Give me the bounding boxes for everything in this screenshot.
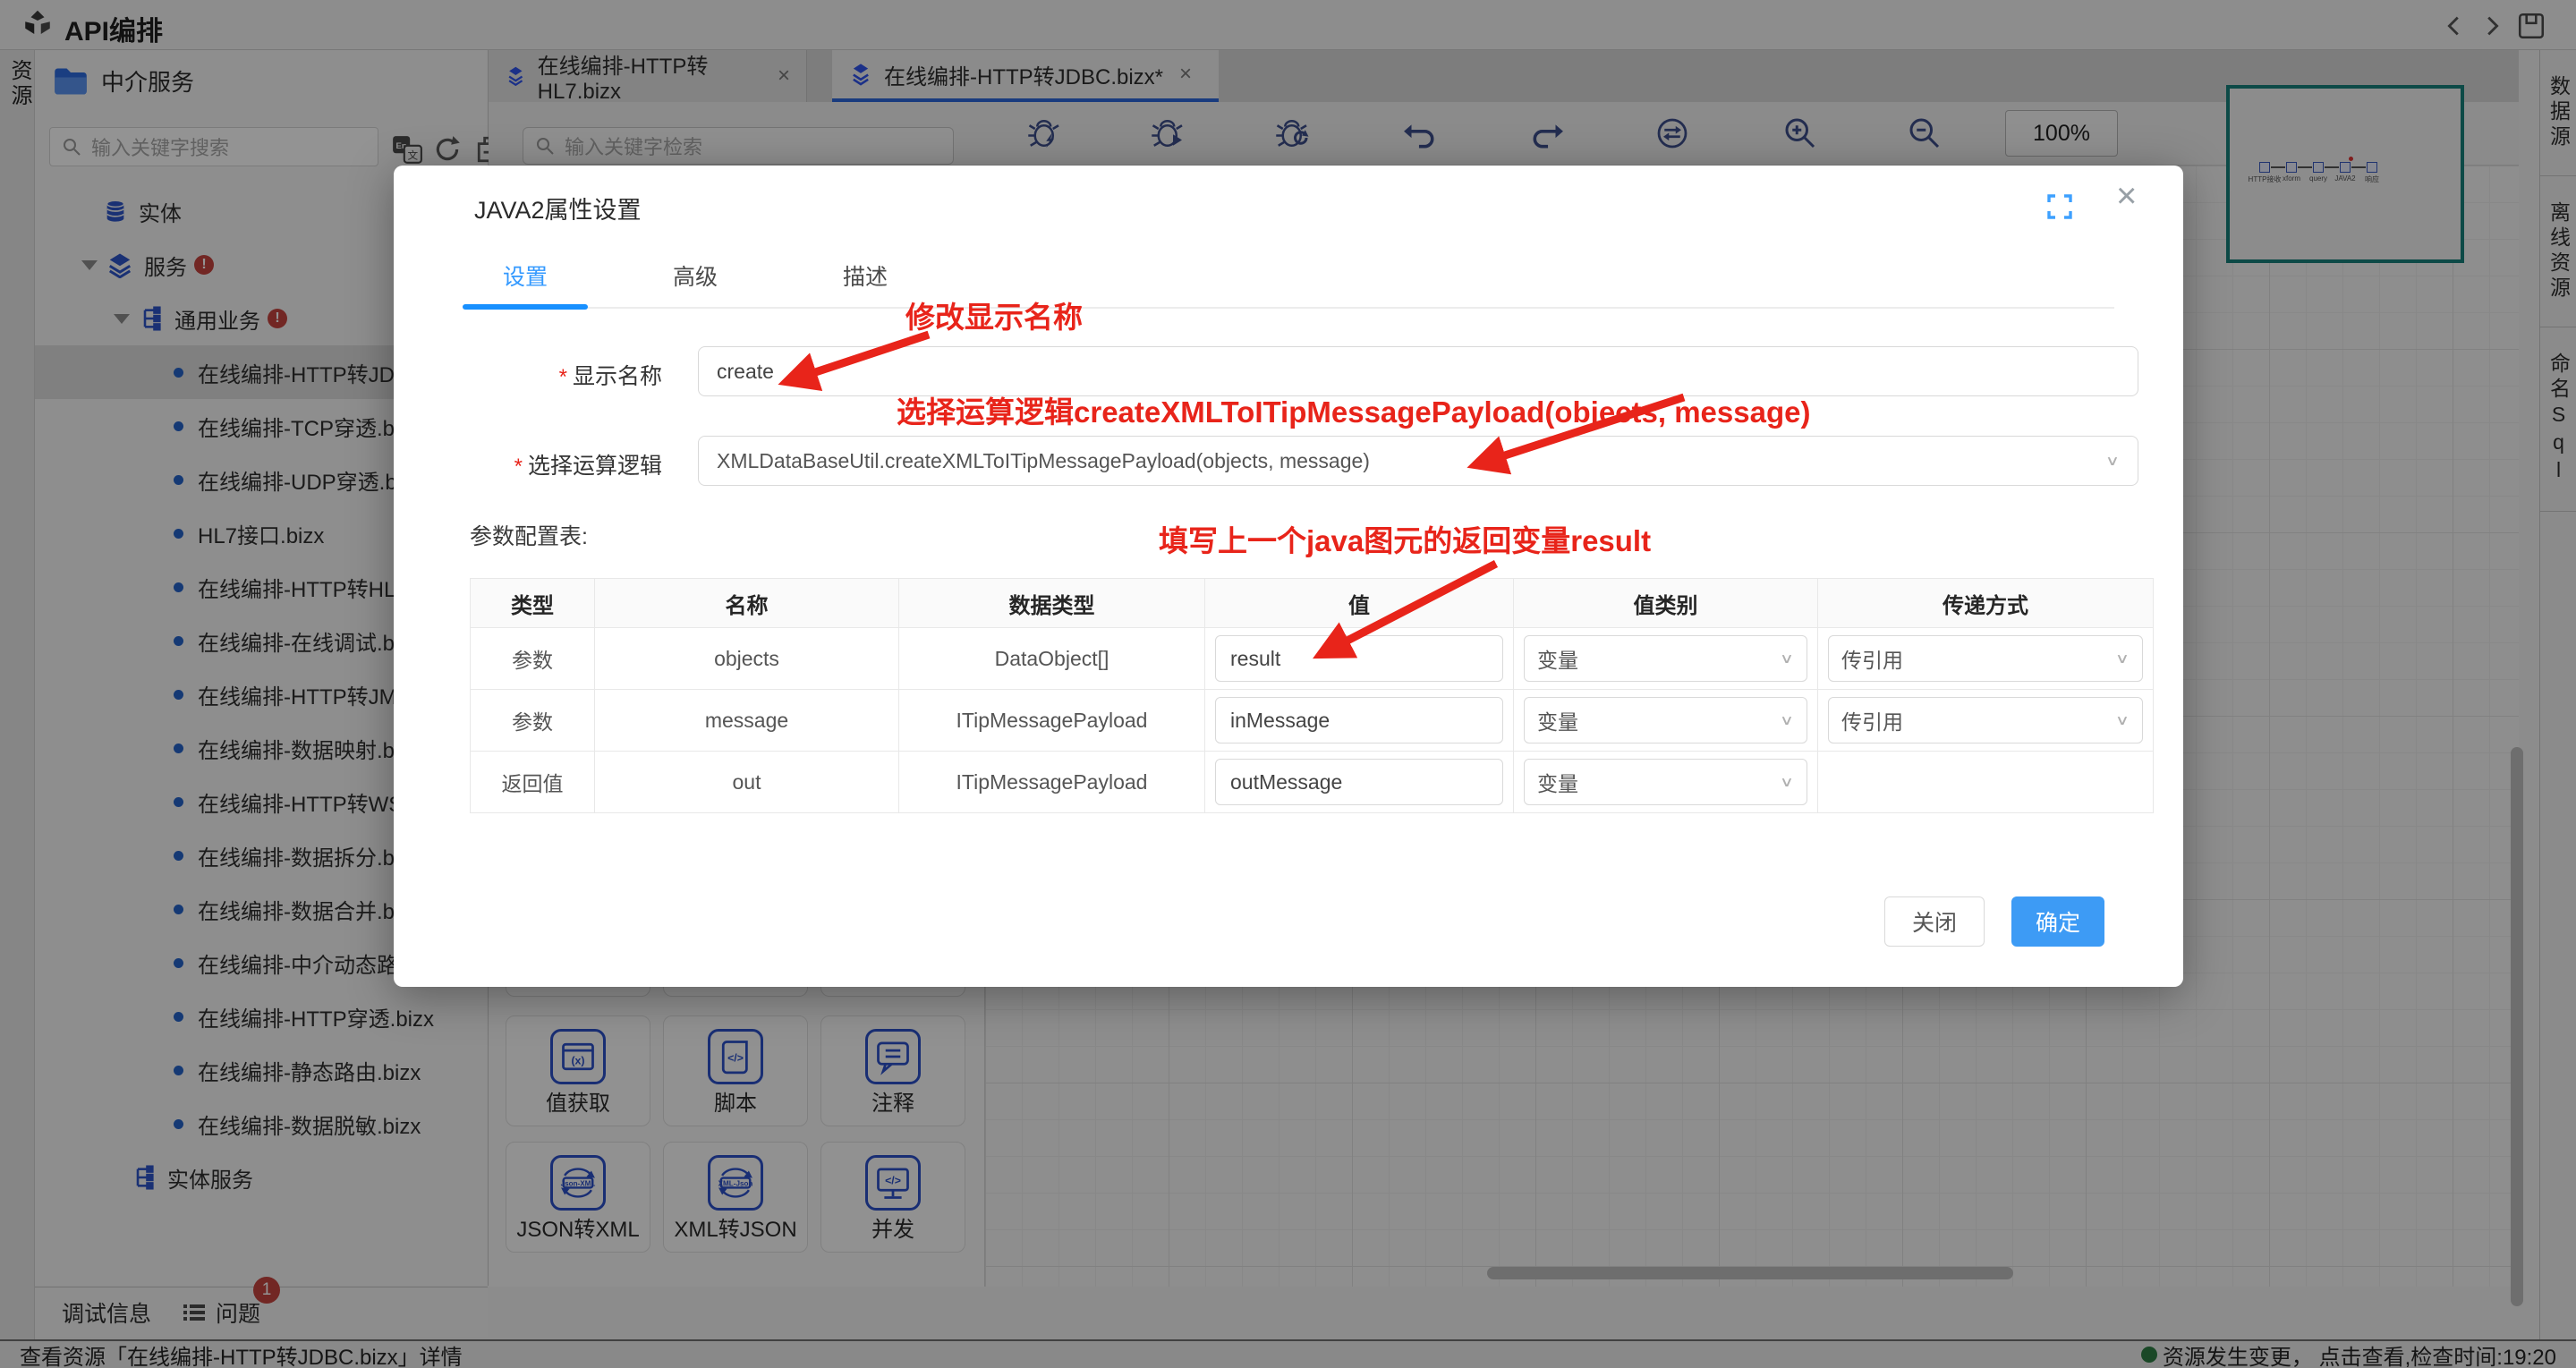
dialog-tab-advanced[interactable]: 高级: [633, 259, 758, 292]
param-value-cell: [1205, 628, 1514, 690]
pass-mode-select[interactable]: 传引用∨: [1828, 635, 2143, 682]
display-name-label: *显示名称: [447, 359, 662, 391]
app-root: { "app": {"title": "API编排"}, "left_strip…: [0, 0, 2576, 1368]
param-table-header: 值类别: [1514, 579, 1818, 628]
param-table-row: 返回值outITipMessagePayload 变量∨: [471, 752, 2154, 813]
param-type-cell: 参数: [471, 628, 595, 690]
dialog-tab-description[interactable]: 描述: [803, 259, 928, 292]
param-datatype-cell: DataObject[]: [899, 628, 1205, 690]
chevron-down-icon: ∨: [1780, 712, 1794, 728]
ok-button[interactable]: 确定: [2011, 896, 2104, 947]
param-table-header: 名称: [595, 579, 899, 628]
logic-select-value: XMLDataBaseUtil.createXMLToITipMessagePa…: [717, 449, 1370, 473]
annotation-display-name: 修改显示名称: [905, 293, 1083, 336]
dialog-tab-settings[interactable]: 设置: [463, 259, 588, 292]
logic-select[interactable]: XMLDataBaseUtil.createXMLToITipMessagePa…: [698, 436, 2138, 486]
param-table-header: 类型: [471, 579, 595, 628]
param-name-cell: objects: [595, 628, 899, 690]
param-type-cell: 参数: [471, 690, 595, 752]
value-kind-cell: 变量∨: [1514, 628, 1818, 690]
required-asterisk: *: [514, 455, 523, 479]
param-table-row: 参数objectsDataObject[] 变量∨ 传引用∨: [471, 628, 2154, 690]
param-type-cell: 返回值: [471, 752, 595, 813]
param-table-row: 参数messageITipMessagePayload 变量∨ 传引用∨: [471, 690, 2154, 752]
close-icon[interactable]: ×: [2116, 176, 2137, 217]
param-value-input[interactable]: [1228, 708, 1490, 734]
param-table-header: 数据类型: [899, 579, 1205, 628]
value-kind-cell: 变量∨: [1514, 690, 1818, 752]
close-button[interactable]: 关闭: [1884, 896, 1985, 947]
param-name-cell: out: [595, 752, 899, 813]
required-asterisk: *: [559, 365, 567, 389]
param-value-input[interactable]: [1228, 646, 1490, 672]
value-kind-cell: 变量∨: [1514, 752, 1818, 813]
value-kind-select[interactable]: 变量∨: [1524, 697, 1807, 743]
param-datatype-cell: ITipMessagePayload: [899, 690, 1205, 752]
param-table: 类型名称数据类型值值类别传递方式 参数objectsDataObject[] 变量…: [470, 578, 2154, 813]
value-kind-select[interactable]: 变量∨: [1524, 635, 1807, 682]
param-name-cell: message: [595, 690, 899, 752]
fullscreen-icon[interactable]: [2045, 192, 2074, 221]
annotation-logic: 选择运算逻辑createXMLToITipMessagePayload(obje…: [897, 388, 1810, 431]
param-value-cell: [1205, 752, 1514, 813]
chevron-down-icon: ∨: [2105, 453, 2120, 469]
param-value-cell: [1205, 690, 1514, 752]
param-table-header: 传递方式: [1818, 579, 2154, 628]
pass-mode-cell: 传引用∨: [1818, 690, 2154, 752]
pass-mode-cell: [1818, 752, 2154, 813]
chevron-down-icon: ∨: [2115, 712, 2130, 728]
param-table-header: 值: [1205, 579, 1514, 628]
param-table-title: 参数配置表:: [470, 519, 588, 551]
value-kind-select[interactable]: 变量∨: [1524, 759, 1807, 805]
java2-properties-dialog: JAVA2属性设置 × 设置 高级 描述 *显示名称 *选择运算逻辑 XMLData…: [394, 166, 2183, 987]
pass-mode-cell: 传引用∨: [1818, 628, 2154, 690]
pass-mode-select[interactable]: 传引用∨: [1828, 697, 2143, 743]
dialog-title: JAVA2属性设置: [474, 191, 642, 225]
chevron-down-icon: ∨: [2115, 650, 2130, 667]
active-tab-indicator: [463, 304, 588, 310]
logic-label: *选择运算逻辑: [447, 448, 662, 480]
chevron-down-icon: ∨: [1780, 774, 1794, 790]
param-value-input[interactable]: [1228, 769, 1490, 795]
chevron-down-icon: ∨: [1780, 650, 1794, 667]
annotation-result: 填写上一个java图元的返回变量result: [1159, 517, 1651, 560]
tab-divider: [463, 307, 2114, 309]
param-datatype-cell: ITipMessagePayload: [899, 752, 1205, 813]
